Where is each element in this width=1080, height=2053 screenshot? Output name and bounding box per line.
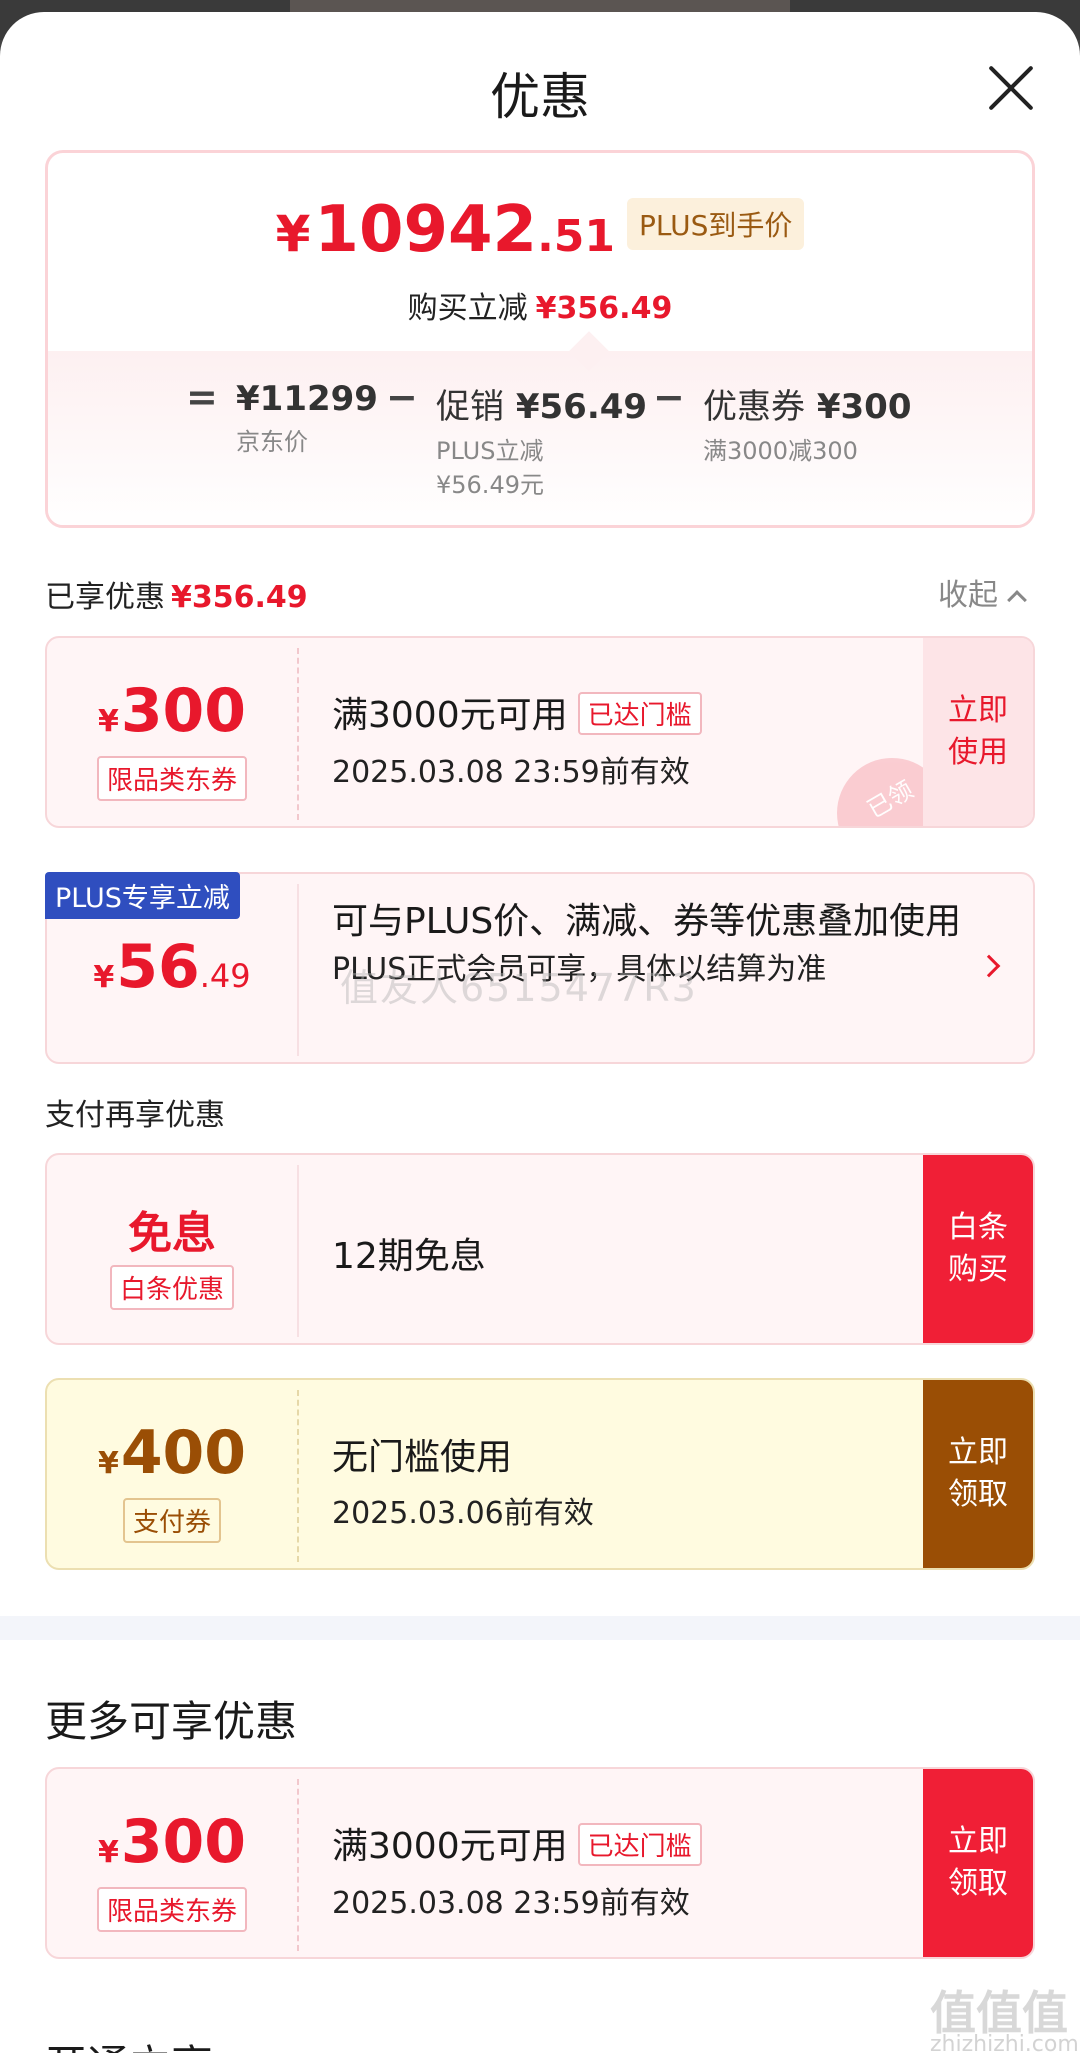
final-price: ¥10942.51 bbox=[275, 193, 616, 267]
plus-exclusive-badge: PLUS专享立减 bbox=[45, 872, 240, 919]
pay-coupon-amount: ¥400 bbox=[97, 1418, 247, 1488]
buy-discount-label: 购买立减 bbox=[407, 291, 528, 326]
coupon-kind: 限品类东券 bbox=[47, 1887, 297, 1932]
coupon-divider bbox=[297, 1779, 299, 1951]
pay-coupon-details: 无门槛使用 2025.03.06前有效 bbox=[332, 1428, 952, 1532]
collapse-button[interactable]: 收起 bbox=[938, 570, 1027, 614]
site-watermark-url: zhizhizhi.com bbox=[930, 2032, 1079, 2053]
coupon-value: ¥300 bbox=[816, 387, 912, 427]
minus-sign: − bbox=[653, 375, 685, 419]
baitiao-details: 12期免息 bbox=[332, 1227, 952, 1279]
buy-discount-row: 购买立减 ¥356.49 bbox=[48, 283, 1032, 327]
coupon-label: 优惠券 bbox=[703, 387, 805, 427]
claim-now-button[interactable]: 立即 领取 bbox=[923, 1769, 1033, 1957]
pay-coupon-expiry: 2025.03.06前有效 bbox=[332, 1496, 594, 1531]
baitiao-kind: 白条优惠 bbox=[47, 1265, 297, 1310]
more-section-title: 更多可享优惠 bbox=[45, 1697, 298, 1746]
price-summary-card: ¥10942.51 PLUS到手价 购买立减 ¥356.49 = ¥11299 京东… bbox=[45, 150, 1035, 528]
promo-label: 促销 bbox=[436, 387, 504, 427]
promo-item: 促销 ¥56.49 PLUS立减 ¥56.49元 bbox=[436, 379, 647, 502]
baitiao-card: 免息 白条优惠 12期免息 白条 购买 bbox=[45, 1153, 1035, 1345]
breakdown-notch bbox=[569, 331, 609, 371]
discount-sheet: 优惠 ¥10942.51 PLUS到手价 购买立减 ¥356.49 = ¥11299… bbox=[0, 12, 1080, 2053]
chevron-up-icon bbox=[1007, 590, 1027, 610]
card-divider bbox=[297, 1165, 299, 1337]
enjoyed-discount-row: 已享优惠 ¥356.49 bbox=[45, 572, 308, 616]
coupon-divider bbox=[297, 648, 299, 820]
collapse-label: 收起 bbox=[938, 578, 998, 613]
close-icon[interactable] bbox=[985, 62, 1037, 114]
final-price-row: ¥10942.51 PLUS到手价 bbox=[48, 193, 1032, 267]
promo-value: ¥56.49 bbox=[515, 387, 648, 427]
pay-coupon-kind: 支付券 bbox=[47, 1498, 297, 1543]
baitiao-text: 12期免息 bbox=[332, 1236, 486, 1277]
jd-price-label: 京东价 bbox=[236, 428, 308, 456]
baitiao-amount: 免息 bbox=[128, 1208, 216, 1259]
plus-discount-amount: ¥56.49 bbox=[93, 932, 251, 1002]
pay-section-title: 支付再享优惠 bbox=[45, 1098, 225, 1133]
coupon-amount: ¥300 bbox=[97, 1807, 247, 1877]
user-watermark: 值友人6515477R3 bbox=[340, 966, 698, 1010]
plus-stack-text: 可与PLUS价、满减、券等优惠叠加使用 bbox=[332, 901, 962, 942]
claim-now-button[interactable]: 立即 领取 bbox=[923, 1380, 1033, 1568]
coupon-condition: 满3000元可用 bbox=[332, 695, 568, 736]
enjoyed-value: ¥356.49 bbox=[171, 580, 308, 615]
next-section-title: 开通立享 bbox=[45, 2032, 213, 2053]
pay-coupon-condition: 无门槛使用 bbox=[332, 1437, 513, 1478]
section-gap bbox=[0, 1616, 1080, 1640]
coupon-details: 满3000元可用 已达门槛 2025.03.08 23:59前有效 bbox=[332, 1817, 952, 1922]
use-now-button[interactable]: 立即 使用 bbox=[923, 638, 1033, 826]
coupon-condition: 满3000元可用 bbox=[332, 1826, 568, 1867]
threshold-tag: 已达门槛 bbox=[577, 691, 702, 735]
baitiao-buy-button[interactable]: 白条 购买 bbox=[923, 1155, 1033, 1343]
threshold-tag: 已达门槛 bbox=[577, 1822, 702, 1866]
sheet-title: 优惠 bbox=[490, 68, 590, 126]
coupon-kind: 限品类东券 bbox=[47, 756, 297, 801]
coupon-item: 优惠券 ¥300 满3000减300 bbox=[703, 379, 911, 468]
coupon-card: ¥300 限品类东券 满3000元可用 已达门槛 2025.03.08 23:59… bbox=[45, 636, 1035, 828]
buy-discount-value: ¥356.49 bbox=[535, 291, 673, 326]
coupon-expiry: 2025.03.08 23:59前有效 bbox=[332, 1885, 690, 1921]
jd-price-item: ¥11299 京东价 bbox=[236, 379, 378, 459]
plus-price-tag: PLUS到手价 bbox=[627, 198, 805, 250]
price-breakdown: = ¥11299 京东价 − 促销 ¥56.49 PLUS立减 ¥56.49元 −… bbox=[48, 331, 1032, 525]
minus-sign: − bbox=[386, 375, 418, 419]
coupon-divider bbox=[297, 1390, 299, 1562]
coupon-sub-label: 满3000减300 bbox=[703, 437, 858, 465]
jd-price-value: ¥11299 bbox=[236, 379, 378, 419]
card-divider bbox=[297, 884, 299, 1056]
more-coupon-card: ¥300 限品类东券 满3000元可用 已达门槛 2025.03.08 23:59… bbox=[45, 1767, 1035, 1959]
pay-coupon-card: ¥400 支付券 无门槛使用 2025.03.06前有效 立即 领取 bbox=[45, 1378, 1035, 1570]
promo-sub-value: ¥56.49元 bbox=[436, 471, 544, 499]
equals-sign: = bbox=[186, 375, 218, 419]
coupon-amount: ¥300 bbox=[97, 676, 247, 746]
promo-sub-label: PLUS立减 bbox=[436, 437, 544, 465]
enjoyed-label: 已享优惠 bbox=[45, 580, 165, 615]
